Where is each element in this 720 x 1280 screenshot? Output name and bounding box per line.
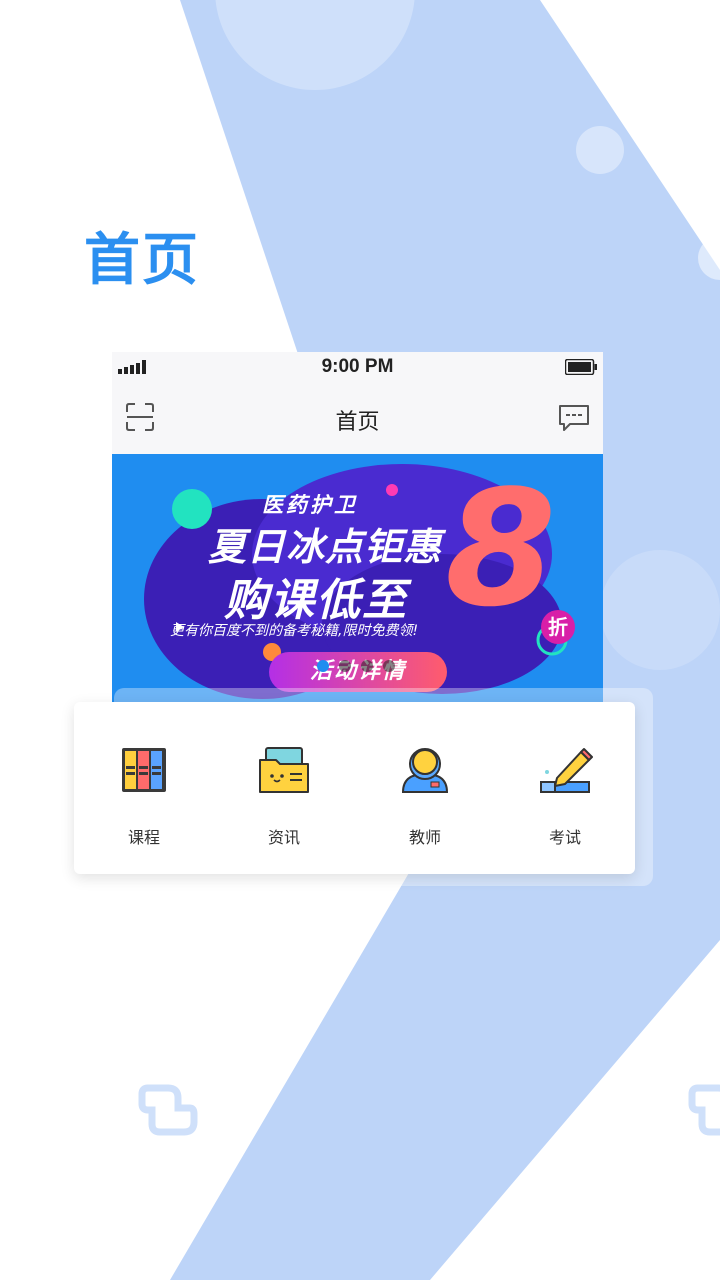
discount-badge: 折 [541,610,575,644]
carousel-dot[interactable] [383,660,395,672]
banner-title-line2: 购课低至 [224,575,408,626]
category-item-news[interactable]: 资讯 [214,702,354,874]
phone-mockup: 9:00 PM 首页 医药护卫 夏日冰点钜惠 购课低至 8 折 更有你百度不到的… [112,352,603,704]
carousel-dot[interactable] [317,660,329,672]
logo-watermark-icon [138,1084,198,1136]
category-item-exams[interactable]: 考试 [495,702,635,874]
splash-screen: 首页 9:00 PM 首页 医药护卫 夏日冰点钜惠 购课低至 8 折 更有你百度… [0,0,720,1280]
category-label: 教师 [408,828,441,847]
category-label: 资讯 [267,828,300,847]
promo-banner[interactable]: 医药护卫 夏日冰点钜惠 购课低至 8 折 更有你百度不到的备考秘籍,限时免费领!… [112,454,603,704]
category-item-teachers[interactable]: 教师 [355,702,495,874]
carousel-dots [317,660,397,674]
pencil-icon [540,748,593,793]
banner-title-line1: 夏日冰点钜惠 [208,525,443,569]
message-icon[interactable] [558,403,590,433]
battery-icon [565,359,597,375]
nav-bar: 首页 [112,392,603,444]
category-item-courses[interactable]: 课程 [74,702,214,874]
page-title: 首页 [84,228,200,293]
folder-icon [259,747,309,793]
teacher-icon [401,748,449,793]
status-time: 9:00 PM [321,356,394,377]
carousel-dot[interactable] [339,660,351,672]
banner-subtitle: 医药护卫 [262,493,358,517]
banner-big-number: 8 [445,455,557,642]
nav-title: 首页 [335,410,380,435]
category-grid: 课程 资讯 教师 考试 [74,702,635,874]
category-label: 考试 [548,828,581,847]
status-bar: 9:00 PM [112,352,603,382]
books-icon [122,748,166,792]
category-label: 课程 [127,828,160,847]
banner-note: 更有你百度不到的备考秘籍,限时免费领! [170,623,419,639]
carousel-dot[interactable] [361,660,373,672]
logo-watermark-icon [688,1084,720,1136]
